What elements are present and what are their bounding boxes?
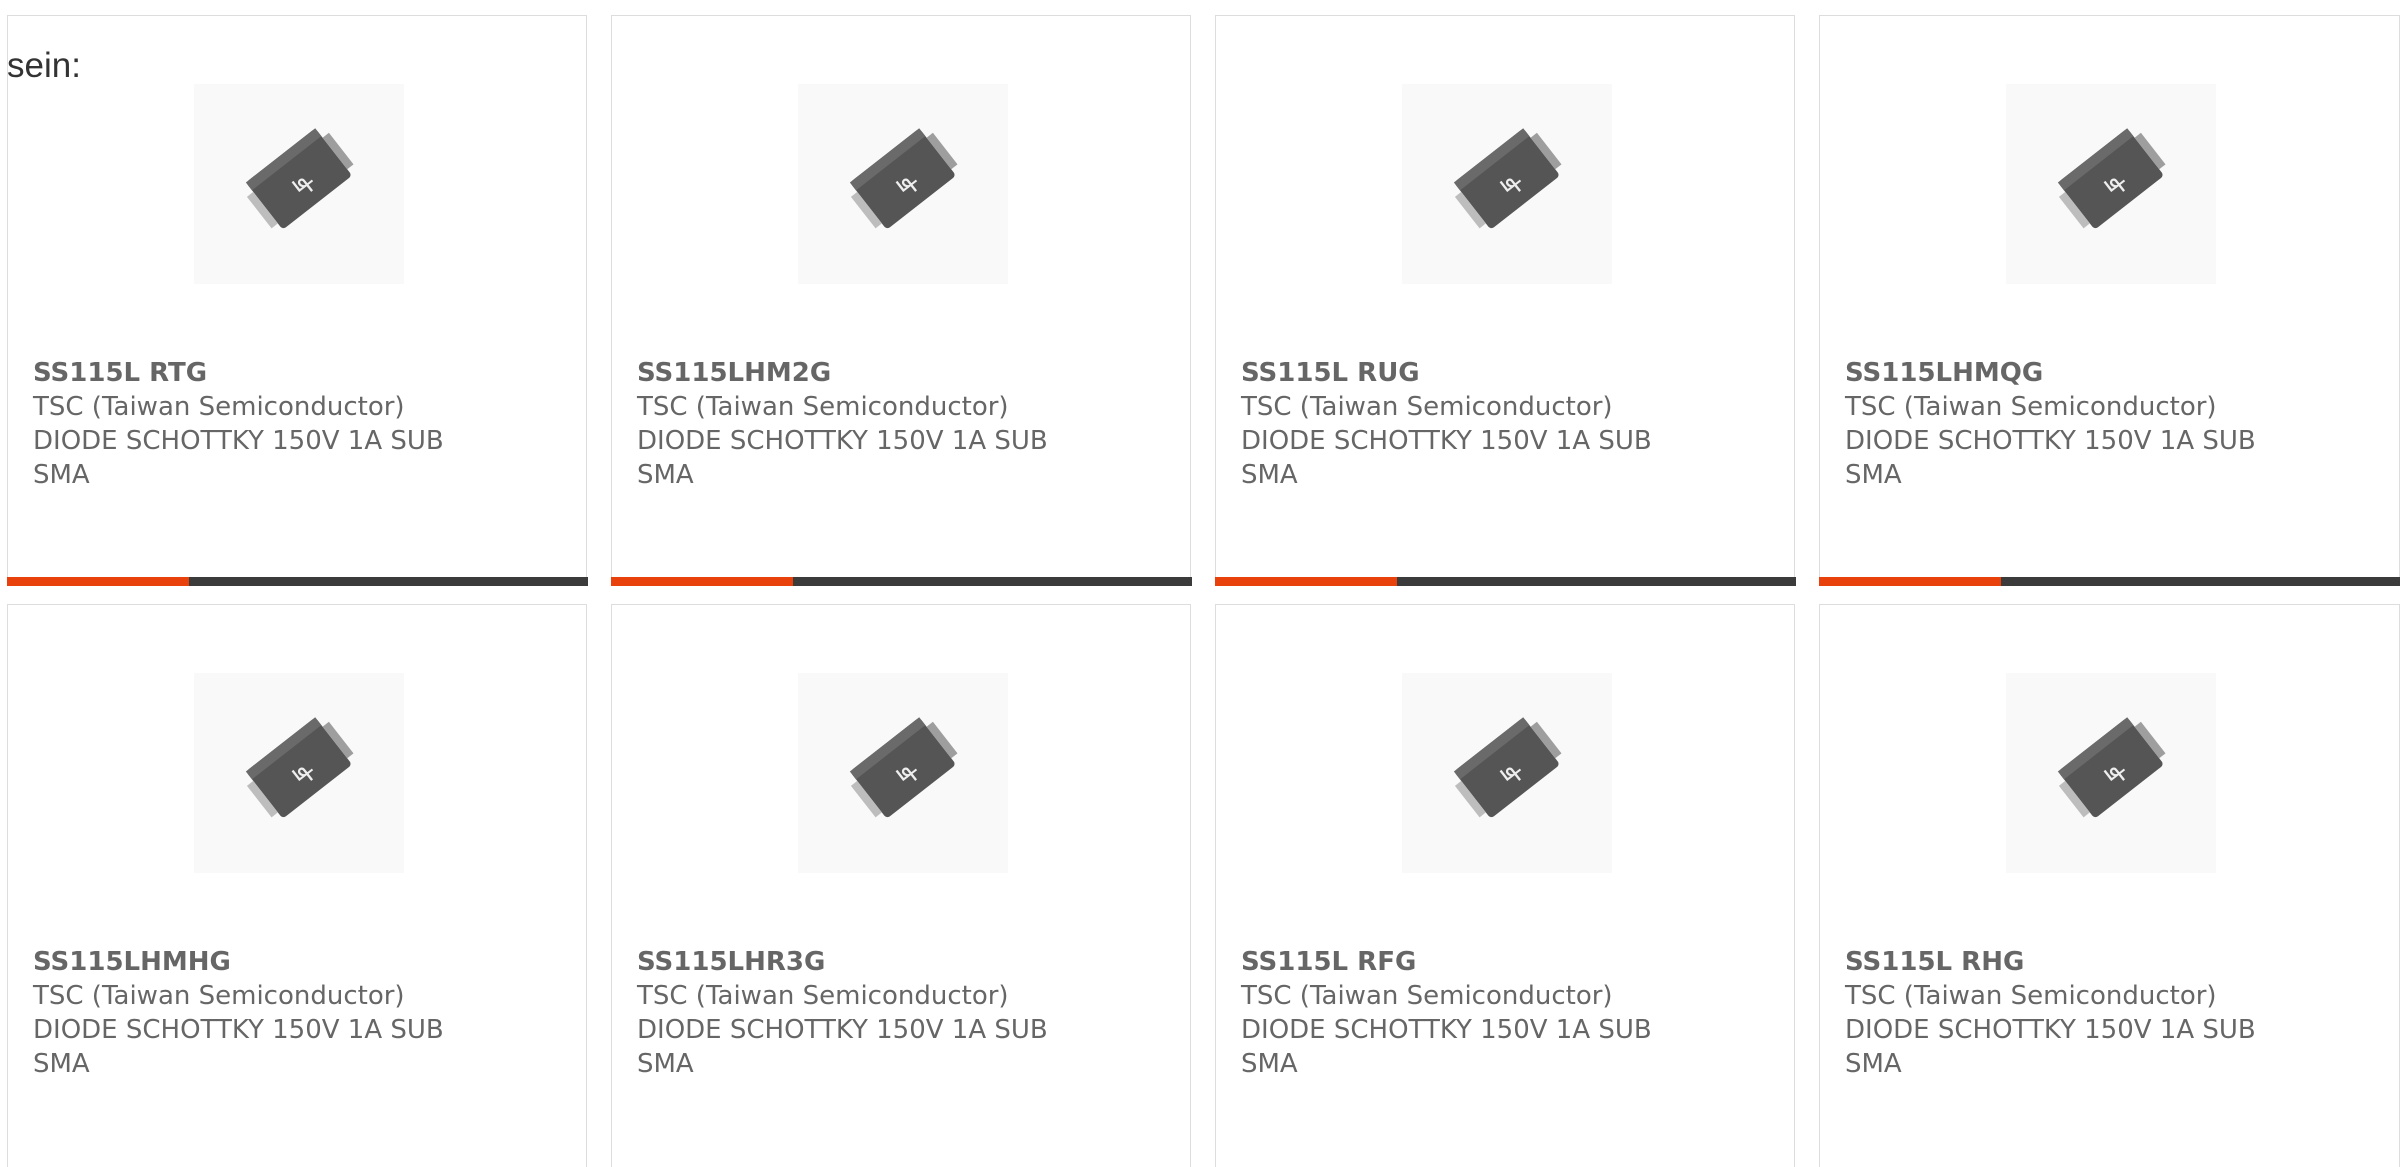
smd-diode-package-icon: டி [1453, 128, 1562, 229]
card-bottom-bar [1214, 576, 1796, 586]
manufacturer-name: TSC (Taiwan Semiconductor) [1845, 981, 2217, 1011]
card-bottom-bar [6, 576, 588, 586]
card-accent-strip [1818, 576, 2001, 586]
part-number-link[interactable]: SS115L RHG [1845, 945, 2305, 979]
intro-text: sein: [7, 46, 81, 85]
card-accent-strip [610, 576, 793, 586]
product-description: DIODE SCHOTTKY 150V 1A SUB SMA [1241, 426, 1652, 490]
product-info: SS115L RFG TSC (Taiwan Semiconductor) DI… [1241, 945, 1701, 1081]
product-info: SS115LHMHG TSC (Taiwan Semiconductor) DI… [33, 945, 493, 1081]
product-description: DIODE SCHOTTKY 150V 1A SUB SMA [1845, 426, 2256, 490]
product-image[interactable]: டி [2006, 673, 2216, 873]
product-card[interactable]: டி SS115LHR3G TSC (Taiwan Semiconductor)… [611, 604, 1191, 1167]
product-image[interactable]: டி [1402, 673, 1612, 873]
part-number-link[interactable]: SS115LHMHG [33, 945, 493, 979]
part-number-link[interactable]: SS115L RTG [33, 356, 493, 390]
manufacturer-name: TSC (Taiwan Semiconductor) [1241, 392, 1613, 422]
part-number-link[interactable]: SS115LHR3G [637, 945, 1097, 979]
manufacturer-name: TSC (Taiwan Semiconductor) [33, 981, 405, 1011]
smd-diode-package-icon: டி [245, 717, 354, 818]
product-description: DIODE SCHOTTKY 150V 1A SUB SMA [637, 426, 1048, 490]
smd-diode-package-icon: டி [2057, 717, 2166, 818]
smd-diode-package-icon: டி [245, 128, 354, 229]
product-info: SS115LHR3G TSC (Taiwan Semiconductor) DI… [637, 945, 1097, 1081]
product-image[interactable]: டி [1402, 84, 1612, 284]
product-card[interactable]: டி SS115L RUG TSC (Taiwan Semiconductor)… [1214, 15, 1796, 586]
product-grid: டி SS115L RTG TSC (Taiwan Semiconductor)… [6, 15, 2400, 1167]
product-card[interactable]: டி SS115LHM2G TSC (Taiwan Semiconductor)… [610, 15, 1192, 586]
product-info: SS115LHMQG TSC (Taiwan Semiconductor) DI… [1845, 356, 2305, 492]
product-description: DIODE SCHOTTKY 150V 1A SUB SMA [33, 1015, 444, 1079]
smd-diode-package-icon: டி [849, 128, 958, 229]
product-card[interactable]: டி SS115L RFG TSC (Taiwan Semiconductor)… [1215, 604, 1795, 1167]
part-number-link[interactable]: SS115LHMQG [1845, 356, 2305, 390]
card-accent-strip [1214, 576, 1397, 586]
manufacturer-name: TSC (Taiwan Semiconductor) [33, 392, 405, 422]
card-bottom-bar [610, 576, 1192, 586]
product-card[interactable]: டி SS115L RTG TSC (Taiwan Semiconductor)… [6, 15, 588, 586]
smd-diode-package-icon: டி [2057, 128, 2166, 229]
product-description: DIODE SCHOTTKY 150V 1A SUB SMA [637, 1015, 1048, 1079]
part-number-link[interactable]: SS115LHM2G [637, 356, 1097, 390]
card-accent-strip [6, 576, 189, 586]
product-card[interactable]: டி SS115LHMQG TSC (Taiwan Semiconductor)… [1818, 15, 2400, 586]
product-image[interactable]: டி [194, 673, 404, 873]
manufacturer-name: TSC (Taiwan Semiconductor) [637, 392, 1009, 422]
product-card[interactable]: டி SS115LHMHG TSC (Taiwan Semiconductor)… [7, 604, 587, 1167]
manufacturer-name: TSC (Taiwan Semiconductor) [1845, 392, 2217, 422]
manufacturer-name: TSC (Taiwan Semiconductor) [637, 981, 1009, 1011]
product-description: DIODE SCHOTTKY 150V 1A SUB SMA [33, 426, 444, 490]
product-image[interactable]: டி [798, 673, 1008, 873]
product-image[interactable]: டி [2006, 84, 2216, 284]
product-info: SS115L RUG TSC (Taiwan Semiconductor) DI… [1241, 356, 1701, 492]
product-info: SS115LHM2G TSC (Taiwan Semiconductor) DI… [637, 356, 1097, 492]
card-bottom-bar [1818, 576, 2400, 586]
part-number-link[interactable]: SS115L RUG [1241, 356, 1701, 390]
product-card[interactable]: டி SS115L RHG TSC (Taiwan Semiconductor)… [1819, 604, 2400, 1167]
product-description: DIODE SCHOTTKY 150V 1A SUB SMA [1241, 1015, 1652, 1079]
product-image[interactable]: டி [798, 84, 1008, 284]
product-description: DIODE SCHOTTKY 150V 1A SUB SMA [1845, 1015, 2256, 1079]
manufacturer-name: TSC (Taiwan Semiconductor) [1241, 981, 1613, 1011]
product-info: SS115L RHG TSC (Taiwan Semiconductor) DI… [1845, 945, 2305, 1081]
product-image[interactable]: டி [194, 84, 404, 284]
smd-diode-package-icon: டி [1453, 717, 1562, 818]
part-number-link[interactable]: SS115L RFG [1241, 945, 1701, 979]
smd-diode-package-icon: டி [849, 717, 958, 818]
product-info: SS115L RTG TSC (Taiwan Semiconductor) DI… [33, 356, 493, 492]
